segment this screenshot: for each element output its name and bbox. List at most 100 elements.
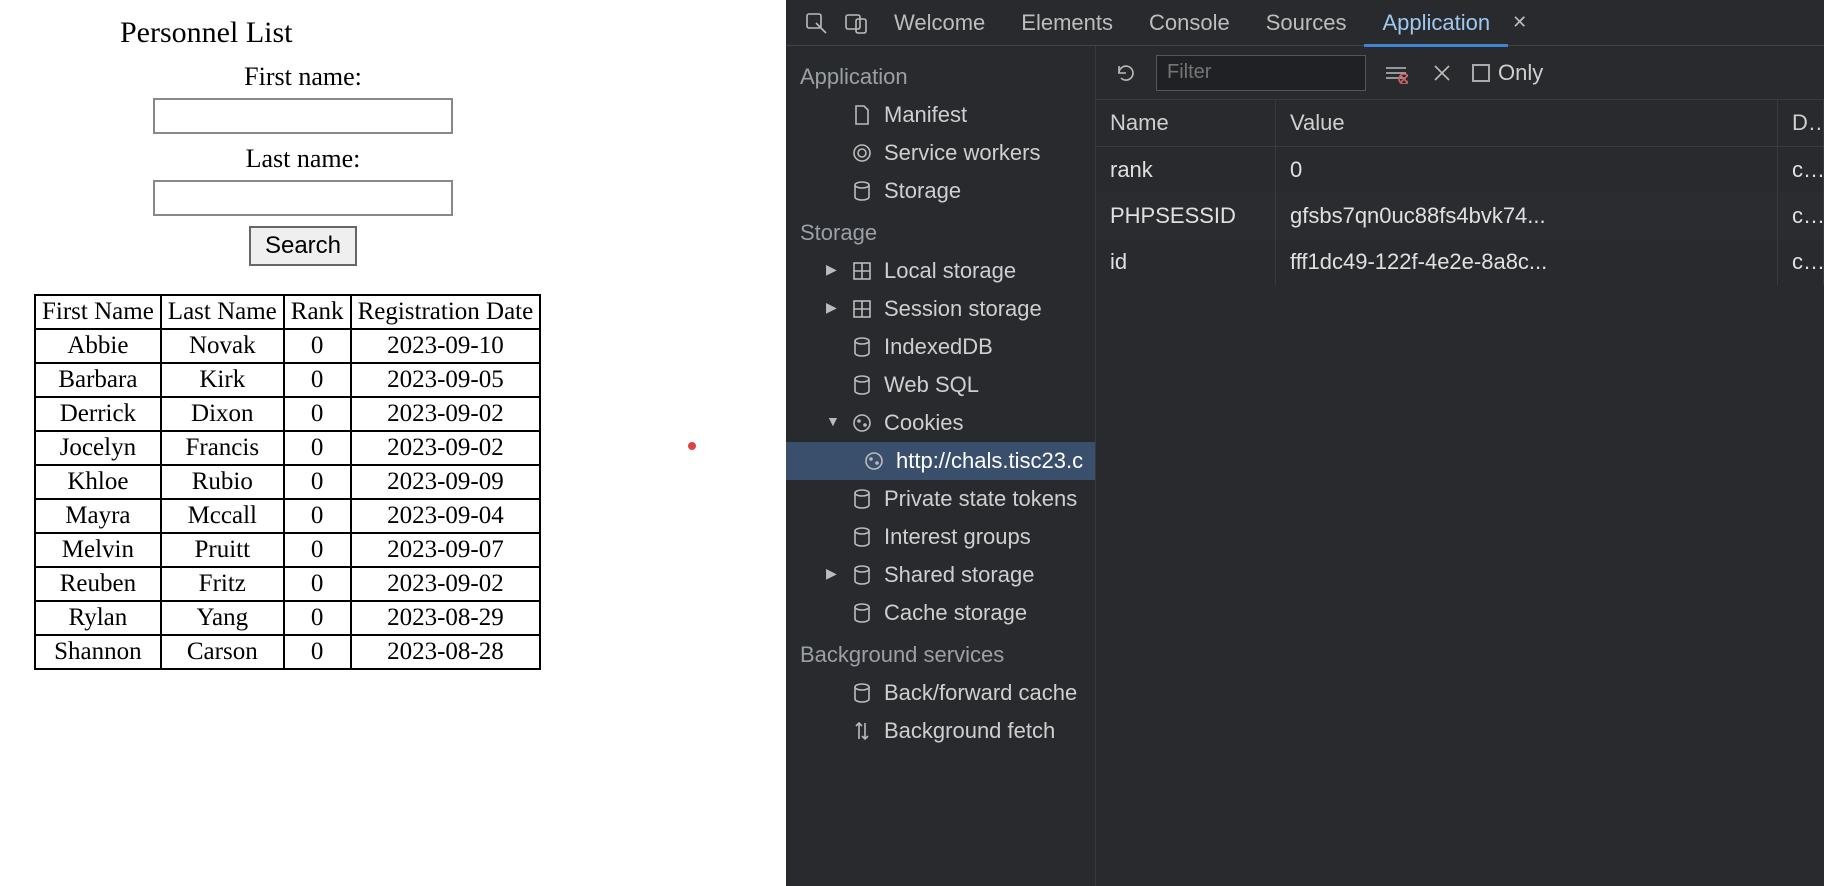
sidebar-item-storage[interactable]: ▶ Storage [786, 172, 1095, 210]
chevron-right-icon: ▶ [826, 299, 840, 316]
search-button[interactable]: Search [249, 226, 357, 266]
first-name-label: First name: [60, 62, 546, 92]
table-cell: Yang [161, 601, 284, 635]
cookie-icon [864, 451, 884, 471]
sidebar-item-manifest[interactable]: ▶ Manifest [786, 96, 1095, 134]
database-icon [852, 527, 872, 547]
table-row: BarbaraKirk02023-09-05 [35, 363, 540, 397]
sidebar-item-label: http://chals.tisc23.c [896, 448, 1083, 474]
sidebar-item-websql[interactable]: ▶ Web SQL [786, 366, 1095, 404]
table-header-name[interactable]: Name [1096, 100, 1276, 146]
sidebar-item-label: Shared storage [884, 562, 1034, 588]
cookie-row[interactable]: PHPSESSIDgfsbs7qn0uc88fs4bvk74...c... [1096, 193, 1824, 239]
sidebar-item-shared-storage[interactable]: ▶ Shared storage [786, 556, 1095, 594]
table-header: First Name [35, 295, 161, 329]
sidebar-item-private-state-tokens[interactable]: ▶ Private state tokens [786, 480, 1095, 518]
only-label: Only [1498, 60, 1543, 86]
inspect-element-icon[interactable] [796, 11, 836, 35]
cookie-row[interactable]: idfff1dc49-122f-4e2e-8a8c...c... [1096, 239, 1824, 285]
sidebar-item-session-storage[interactable]: ▶ Session storage [786, 290, 1095, 328]
table-row: ShannonCarson02023-08-28 [35, 635, 540, 669]
cookie-icon [852, 413, 872, 433]
only-checkbox[interactable]: Only [1472, 60, 1543, 86]
table-cell: 2023-08-28 [351, 635, 541, 669]
table-cell: 2023-09-09 [351, 465, 541, 499]
sidebar-item-label: Session storage [884, 296, 1042, 322]
cookie-name: id [1096, 239, 1276, 285]
table-cell: 2023-09-05 [351, 363, 541, 397]
chevron-down-icon: ▼ [826, 413, 840, 429]
file-icon [852, 105, 872, 125]
table-cell: 0 [284, 533, 351, 567]
sidebar-item-indexeddb[interactable]: ▶ IndexedDB [786, 328, 1095, 366]
table-cell: 0 [284, 601, 351, 635]
sidebar-item-label: Local storage [884, 258, 1016, 284]
table-header-d[interactable]: D... [1778, 100, 1824, 146]
sidebar-item-background-fetch[interactable]: ▶ Background fetch [786, 712, 1095, 750]
tab-application[interactable]: Application [1364, 2, 1508, 47]
table-row: MelvinPruitt02023-09-07 [35, 533, 540, 567]
devtools-panel: Welcome Elements Console Sources Applica… [786, 0, 1824, 886]
sidebar-item-label: Cookies [884, 410, 963, 436]
marker-dot-icon [688, 442, 696, 450]
sidebar-item-cookies-url[interactable]: http://chals.tisc23.c [786, 442, 1095, 480]
cookie-row[interactable]: rank0c... [1096, 147, 1824, 193]
sidebar-item-label: Web SQL [884, 372, 979, 398]
table-cell: Mayra [35, 499, 161, 533]
table-cell: Rylan [35, 601, 161, 635]
table-cell: 0 [284, 431, 351, 465]
table-row: RylanYang02023-08-29 [35, 601, 540, 635]
cookies-toolbar: Only [1096, 46, 1824, 100]
table-cell: 0 [284, 329, 351, 363]
sidebar-item-cache-storage[interactable]: ▶ Cache storage [786, 594, 1095, 632]
table-cell: Barbara [35, 363, 161, 397]
database-icon [852, 375, 872, 395]
sidebar-heading-application: Application [786, 54, 1095, 96]
cookie-domain: c... [1778, 193, 1824, 239]
sidebar-item-back-forward-cache[interactable]: ▶ Back/forward cache [786, 674, 1095, 712]
cookies-table-header: Name Value D... [1096, 100, 1824, 147]
sidebar-item-service-workers[interactable]: ▶ Service workers [786, 134, 1095, 172]
tab-elements[interactable]: Elements [1003, 2, 1131, 44]
sidebar-item-label: Service workers [884, 140, 1040, 166]
table-cell: 2023-09-02 [351, 567, 541, 601]
table-cell: Melvin [35, 533, 161, 567]
cookie-domain: c... [1778, 147, 1824, 193]
refresh-button[interactable] [1110, 57, 1142, 89]
table-cell: 2023-08-29 [351, 601, 541, 635]
cookie-value: fff1dc49-122f-4e2e-8a8c... [1276, 239, 1778, 285]
close-tab-icon[interactable]: ✕ [1512, 12, 1527, 33]
tab-welcome[interactable]: Welcome [876, 2, 1003, 44]
last-name-input[interactable] [153, 180, 453, 216]
database-icon [852, 489, 872, 509]
table-cell: 2023-09-02 [351, 431, 541, 465]
database-icon [852, 603, 872, 623]
table-row: KhloeRubio02023-09-09 [35, 465, 540, 499]
clear-all-button[interactable] [1380, 57, 1412, 89]
database-icon [852, 337, 872, 357]
table-cell: 2023-09-10 [351, 329, 541, 363]
tab-sources[interactable]: Sources [1248, 2, 1365, 44]
tab-console[interactable]: Console [1131, 2, 1248, 44]
sidebar-item-label: Interest groups [884, 524, 1031, 550]
delete-button[interactable] [1426, 57, 1458, 89]
sidebar-item-cookies[interactable]: ▼ Cookies [786, 404, 1095, 442]
table-header-row: First Name Last Name Rank Registration D… [35, 295, 540, 329]
sidebar-item-label: Private state tokens [884, 486, 1077, 512]
devtools-tabbar: Welcome Elements Console Sources Applica… [786, 0, 1824, 46]
sidebar-item-local-storage[interactable]: ▶ Local storage [786, 252, 1095, 290]
table-header: Last Name [161, 295, 284, 329]
table-header-value[interactable]: Value [1276, 100, 1778, 146]
cookie-name: PHPSESSID [1096, 193, 1276, 239]
table-cell: Pruitt [161, 533, 284, 567]
sidebar-item-interest-groups[interactable]: ▶ Interest groups [786, 518, 1095, 556]
gear-icon [852, 143, 872, 163]
cookie-name: rank [1096, 147, 1276, 193]
cookies-table: Name Value D... rank0c...PHPSESSIDgfsbs7… [1096, 100, 1824, 886]
search-form: First name: Last name: Search [60, 62, 546, 266]
filter-input[interactable] [1156, 55, 1366, 91]
first-name-input[interactable] [153, 98, 453, 134]
table-cell: 2023-09-04 [351, 499, 541, 533]
table-cell: 0 [284, 363, 351, 397]
device-toggle-icon[interactable] [836, 11, 876, 35]
